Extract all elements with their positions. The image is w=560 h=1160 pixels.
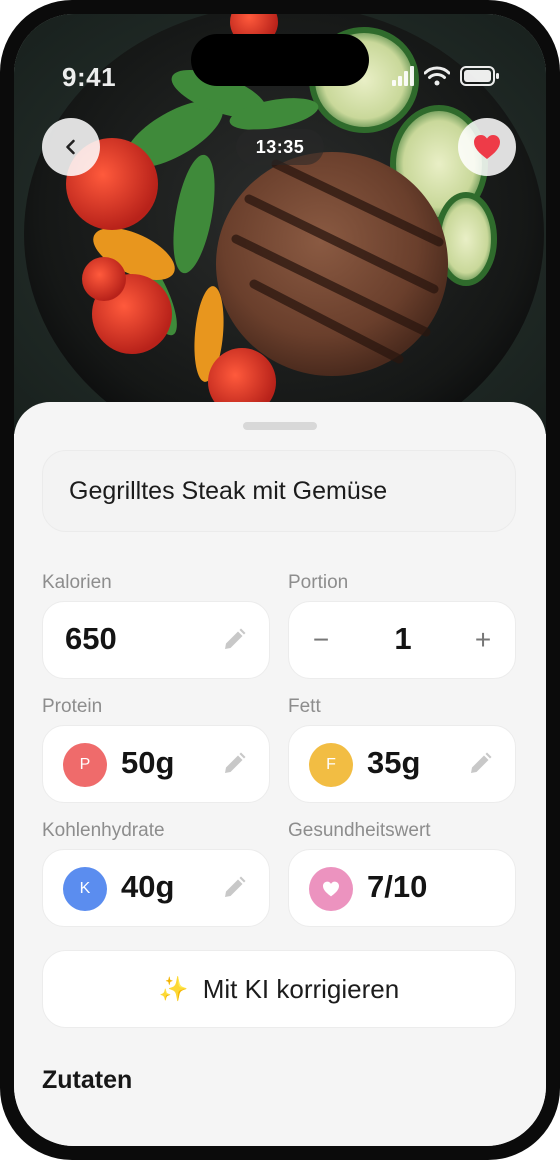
portion-increment-button[interactable]: +: [463, 620, 503, 660]
dynamic-island: [191, 34, 369, 86]
timer-pill: 13:35: [236, 129, 324, 165]
protein-value: 50g: [121, 745, 175, 780]
screen: 9:41 13:35 Gegrilltes Steak mit Gemüse K…: [14, 14, 546, 1146]
wifi-icon: [424, 66, 450, 86]
phone-frame: 9:41 13:35 Gegrilltes Steak mit Gemüse K…: [0, 0, 560, 1160]
chevron-left-icon: [66, 139, 75, 155]
carbs-value: 40g: [121, 869, 175, 904]
heart-icon: [323, 881, 339, 897]
protein-badge: P: [63, 743, 107, 787]
meal-title-field[interactable]: Gegrilltes Steak mit Gemüse: [42, 450, 516, 532]
pencil-icon[interactable]: [221, 627, 247, 653]
protein-field[interactable]: P 50g: [42, 725, 270, 803]
drag-handle[interactable]: [243, 422, 317, 430]
health-score-field: 7/10: [288, 849, 516, 927]
status-bar: 9:41: [14, 14, 546, 124]
favorite-button[interactable]: [458, 118, 516, 176]
carbs-field[interactable]: K 40g: [42, 849, 270, 927]
fat-badge: F: [309, 743, 353, 787]
signal-icon: [392, 66, 414, 86]
ai-correct-label: Mit KI korrigieren: [202, 973, 400, 1004]
calories-value: 650: [65, 621, 117, 656]
portion-label: Portion: [288, 572, 349, 593]
status-time: 9:41: [62, 62, 117, 92]
battery-icon: [460, 66, 499, 86]
carbs-badge: K: [63, 867, 107, 911]
calories-field[interactable]: 650: [42, 601, 270, 679]
calories-label: Kalorien: [42, 572, 112, 593]
ai-correct-button[interactable]: ✨ Mit KI korrigieren: [42, 950, 516, 1028]
status-icons: [392, 66, 500, 86]
pencil-icon[interactable]: [221, 751, 247, 777]
portion-stepper[interactable]: − 1 +: [288, 601, 516, 679]
meal-title: Gegrilltes Steak mit Gemüse: [69, 476, 388, 505]
back-button[interactable]: [42, 118, 100, 176]
pencil-icon[interactable]: [221, 875, 247, 901]
health-score-value: 7/10: [367, 869, 428, 904]
fat-value: 35g: [367, 745, 421, 780]
carbs-label: Kohlenhydrate: [42, 820, 165, 841]
health-label: Gesundheitswert: [288, 820, 431, 841]
sparkles-icon: ✨: [158, 975, 189, 1003]
timer-text: 13:35: [255, 136, 305, 157]
ingredients-heading: Zutaten: [42, 1066, 133, 1094]
health-badge: [309, 867, 353, 911]
protein-label: Protein: [42, 696, 103, 717]
heart-icon: [474, 135, 500, 159]
details-sheet: Gegrilltes Steak mit Gemüse Kalorien Por…: [14, 402, 546, 1146]
fat-field[interactable]: F 35g: [288, 725, 516, 803]
fat-label: Fett: [288, 696, 321, 717]
pencil-icon[interactable]: [467, 751, 493, 777]
